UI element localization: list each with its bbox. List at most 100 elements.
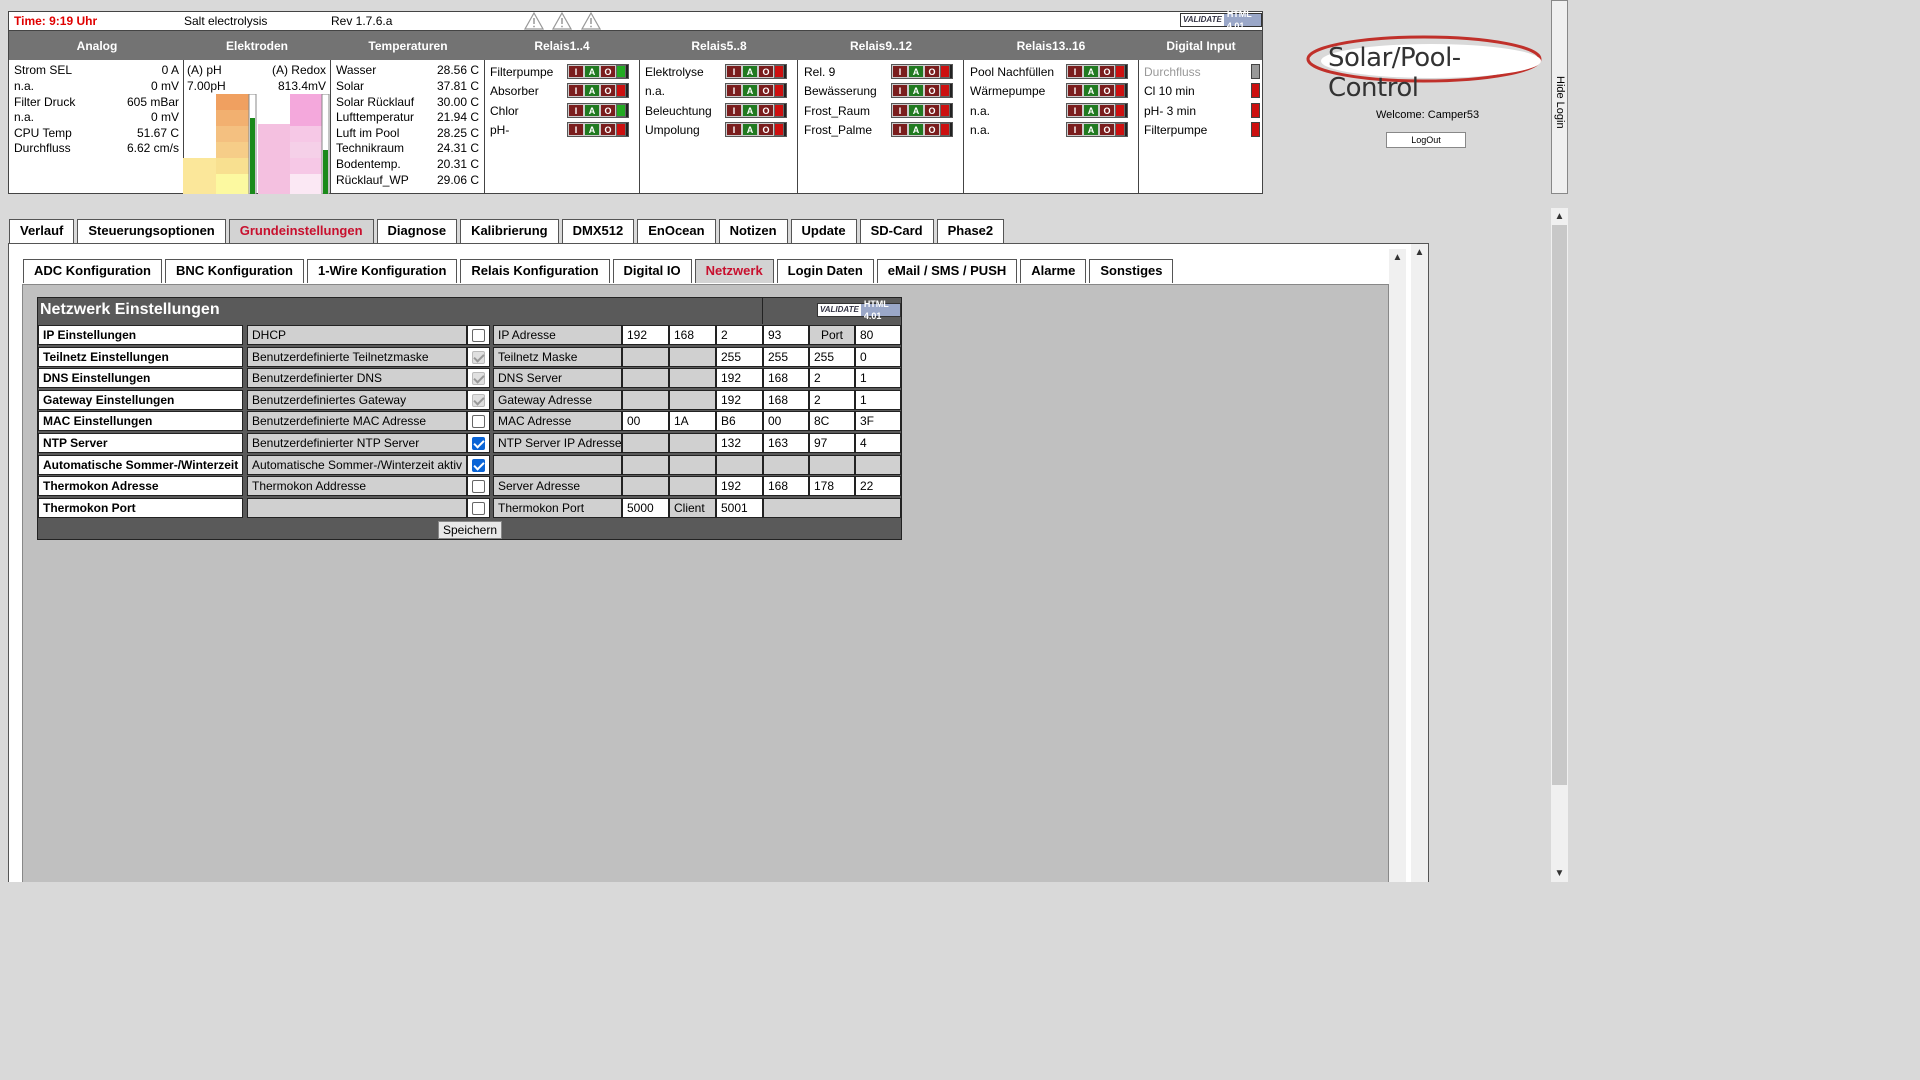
- relay-switch[interactable]: IAO: [567, 64, 629, 79]
- value-input[interactable]: B6: [716, 411, 763, 431]
- value-input[interactable]: 3F: [855, 411, 901, 431]
- scroll-up-icon[interactable]: ▲: [1411, 244, 1428, 261]
- value-input[interactable]: 192: [622, 325, 669, 345]
- subtab-email-sms-push[interactable]: eMail / SMS / PUSH: [876, 259, 1018, 283]
- save-button[interactable]: Speichern: [438, 521, 502, 539]
- value-input[interactable]: 255: [716, 347, 763, 367]
- value-input[interactable]: 168: [763, 476, 809, 496]
- tab-diagnose[interactable]: Diagnose: [376, 219, 458, 243]
- relay-switch[interactable]: IAO: [891, 103, 953, 118]
- value-input: [669, 347, 716, 367]
- value-input[interactable]: 80: [855, 325, 901, 345]
- scrollbar-thumb[interactable]: [1552, 225, 1567, 785]
- tab-update[interactable]: Update: [790, 219, 857, 243]
- value-input[interactable]: 178: [809, 476, 855, 496]
- inner-scrollbar[interactable]: ▲: [1389, 249, 1406, 882]
- tab-grundeinstellungen[interactable]: Grundeinstellungen: [228, 219, 374, 243]
- client-port-input[interactable]: 5001: [716, 498, 763, 518]
- setting-checkbox[interactable]: [472, 329, 485, 342]
- relay-switch[interactable]: IAO: [1066, 103, 1128, 118]
- value-input[interactable]: 168: [669, 325, 716, 345]
- scroll-up-icon[interactable]: ▲: [1389, 249, 1406, 266]
- scroll-up-icon[interactable]: ▲: [1551, 208, 1568, 225]
- relay-switch[interactable]: IAO: [725, 83, 787, 98]
- device-name: Salt electrolysis: [184, 14, 268, 28]
- value-input[interactable]: 132: [716, 433, 763, 453]
- subtab-bnc[interactable]: BNC Konfiguration: [164, 259, 304, 283]
- setting-checkbox[interactable]: [472, 437, 485, 450]
- tab-notizen[interactable]: Notizen: [718, 219, 788, 243]
- port-input[interactable]: 5000: [622, 498, 669, 518]
- value-input[interactable]: 255: [763, 347, 809, 367]
- tab-steuerungsoptionen[interactable]: Steuerungsoptionen: [77, 219, 226, 243]
- subtab-alarme[interactable]: Alarme: [1020, 259, 1087, 283]
- value-input[interactable]: 2: [809, 390, 855, 410]
- value-input: [669, 390, 716, 410]
- relay-switch[interactable]: IAO: [1066, 64, 1128, 79]
- relay-switch[interactable]: IAO: [725, 122, 787, 137]
- tab-phase2[interactable]: Phase2: [936, 219, 1005, 243]
- value-input[interactable]: 4: [855, 433, 901, 453]
- value-input[interactable]: 2: [809, 368, 855, 388]
- electrode-gauge: [183, 94, 330, 194]
- setting-checkbox[interactable]: [472, 351, 485, 364]
- subtab-digital-io[interactable]: Digital IO: [612, 259, 692, 283]
- setting-checkbox[interactable]: [472, 415, 485, 428]
- relay-switch[interactable]: IAO: [725, 64, 787, 79]
- subtab-relais[interactable]: Relais Konfiguration: [460, 259, 610, 283]
- value-input: [622, 476, 669, 496]
- subtab-sonstiges[interactable]: Sonstiges: [1089, 259, 1174, 283]
- value-input[interactable]: 00: [622, 411, 669, 431]
- hide-login-toggle[interactable]: Hide Login: [1551, 0, 1568, 194]
- relay-switch[interactable]: IAO: [891, 122, 953, 137]
- subtab-login-daten[interactable]: Login Daten: [776, 259, 874, 283]
- value-input[interactable]: 168: [763, 368, 809, 388]
- relay-switch[interactable]: IAO: [567, 122, 629, 137]
- value-input[interactable]: 97: [809, 433, 855, 453]
- relay-switch[interactable]: IAO: [567, 103, 629, 118]
- subtab-1wire[interactable]: 1-Wire Konfiguration: [306, 259, 458, 283]
- content-scrollbar[interactable]: ▲: [1411, 244, 1428, 882]
- value-input[interactable]: 2: [716, 325, 763, 345]
- logout-button[interactable]: LogOut: [1386, 132, 1466, 148]
- value-input[interactable]: 168: [763, 390, 809, 410]
- tab-enocean[interactable]: EnOcean: [637, 219, 716, 243]
- html-validator-badge[interactable]: VALIDATE HTML 4.01: [1180, 9, 1262, 31]
- relay-switch[interactable]: IAO: [725, 103, 787, 118]
- value-input[interactable]: 93: [763, 325, 809, 345]
- scroll-down-icon[interactable]: ▼: [1551, 865, 1568, 882]
- value-input[interactable]: 0: [855, 347, 901, 367]
- relay-switch[interactable]: IAO: [891, 64, 953, 79]
- relay-switch[interactable]: IAO: [567, 83, 629, 98]
- subtab-netzwerk[interactable]: Netzwerk: [694, 259, 774, 283]
- tab-dmx512[interactable]: DMX512: [561, 219, 635, 243]
- page-scrollbar[interactable]: ▲ ▼: [1551, 208, 1568, 882]
- setting-checkbox[interactable]: [472, 394, 485, 407]
- value-input[interactable]: 192: [716, 476, 763, 496]
- value-input[interactable]: 1A: [669, 411, 716, 431]
- value-input[interactable]: 1: [855, 368, 901, 388]
- value-input[interactable]: 255: [809, 347, 855, 367]
- setting-checkbox[interactable]: [472, 372, 485, 385]
- value-input[interactable]: 8C: [809, 411, 855, 431]
- tab-sd-card[interactable]: SD-Card: [859, 219, 934, 243]
- digital-input-indicator: [1251, 64, 1260, 79]
- tab-kalibrierung[interactable]: Kalibrierung: [460, 219, 559, 243]
- setting-label: Automatische Sommer-/Winterzeit: [38, 455, 243, 475]
- relay-switch[interactable]: IAO: [891, 83, 953, 98]
- setting-checkbox[interactable]: [472, 480, 485, 493]
- relay-switch[interactable]: IAO: [1066, 122, 1128, 137]
- setting-checkbox[interactable]: [472, 502, 485, 515]
- value-input[interactable]: 00: [763, 411, 809, 431]
- value-input[interactable]: 1: [855, 390, 901, 410]
- ph-label: (A) pH: [187, 63, 222, 77]
- value-input[interactable]: 192: [716, 368, 763, 388]
- relay-switch[interactable]: IAO: [1066, 83, 1128, 98]
- html-validator-badge[interactable]: VALIDATE HTML 4.01: [817, 299, 901, 321]
- subtab-adc[interactable]: ADC Konfiguration: [23, 259, 162, 283]
- tab-verlauf[interactable]: Verlauf: [9, 219, 75, 243]
- value-input[interactable]: 22: [855, 476, 901, 496]
- setting-checkbox[interactable]: [472, 459, 485, 472]
- value-input[interactable]: 192: [716, 390, 763, 410]
- value-input[interactable]: 163: [763, 433, 809, 453]
